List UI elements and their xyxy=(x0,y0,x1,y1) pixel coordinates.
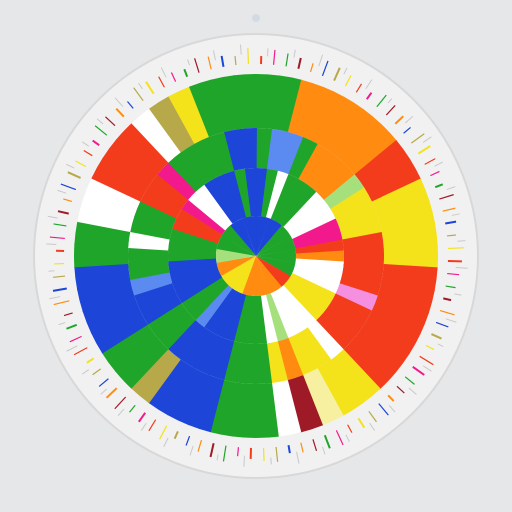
rim-guide-mark xyxy=(270,457,272,465)
rim-tick-mark xyxy=(237,447,240,457)
rim-tick-mark xyxy=(247,48,250,65)
rim-tick-mark xyxy=(447,247,464,250)
center-hub xyxy=(216,216,297,296)
rim-guide-mark xyxy=(455,267,468,269)
rim-tick-mark xyxy=(287,445,291,454)
rim-guide-mark xyxy=(457,240,466,242)
rim-guide-mark xyxy=(46,243,57,245)
rim-tick-mark xyxy=(262,447,265,461)
rim-guide-mark xyxy=(243,455,245,467)
color-wheel-graphic xyxy=(0,0,512,512)
top-marker-dot xyxy=(252,14,260,22)
color-wheel-canvas xyxy=(0,0,512,512)
